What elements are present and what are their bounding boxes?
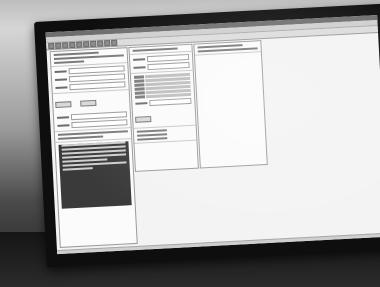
form-button[interactable] — [55, 101, 72, 108]
grid-key — [134, 91, 145, 95]
field-label — [133, 66, 146, 69]
form-text — [132, 47, 178, 52]
grid-key — [134, 79, 145, 83]
grid-key — [134, 87, 145, 91]
application-area — [46, 32, 380, 255]
panel-section — [194, 43, 261, 56]
field-input[interactable] — [149, 97, 192, 107]
form-text — [58, 135, 104, 140]
form-section — [129, 53, 193, 75]
field-label — [56, 116, 70, 119]
form-section — [133, 127, 197, 144]
dark-text-block — [58, 141, 132, 209]
field-label — [55, 86, 68, 89]
field-input[interactable] — [69, 81, 126, 91]
panel-text — [197, 47, 258, 53]
form-text — [137, 133, 168, 137]
form-text — [136, 129, 167, 133]
form-button[interactable] — [80, 99, 97, 107]
form-button[interactable] — [135, 116, 152, 123]
form-section — [52, 90, 131, 133]
grid-key — [134, 83, 145, 87]
field-input[interactable] — [147, 61, 190, 71]
form-text — [54, 60, 85, 64]
form-field — [57, 119, 128, 129]
photo-scene — [0, 0, 380, 287]
grid-key — [133, 75, 145, 79]
grid-key — [135, 95, 146, 99]
monitor-screen — [45, 15, 380, 255]
detail-grid — [133, 72, 192, 99]
left-form-pane — [49, 47, 138, 248]
field-input[interactable] — [71, 119, 128, 129]
field-input[interactable] — [146, 53, 190, 63]
field-label — [55, 78, 68, 81]
form-field — [135, 97, 192, 107]
form-field — [133, 61, 190, 71]
field-label — [133, 58, 146, 61]
form-text — [137, 137, 168, 141]
form-field — [55, 81, 126, 91]
block-text — [62, 167, 93, 171]
middle-form-pane — [128, 43, 199, 172]
form-section — [132, 97, 196, 129]
form-section — [50, 50, 128, 68]
right-panel — [193, 40, 268, 169]
computer-monitor — [34, 3, 380, 268]
field-label — [135, 102, 148, 105]
field-label — [57, 124, 70, 127]
field-label — [54, 70, 67, 73]
